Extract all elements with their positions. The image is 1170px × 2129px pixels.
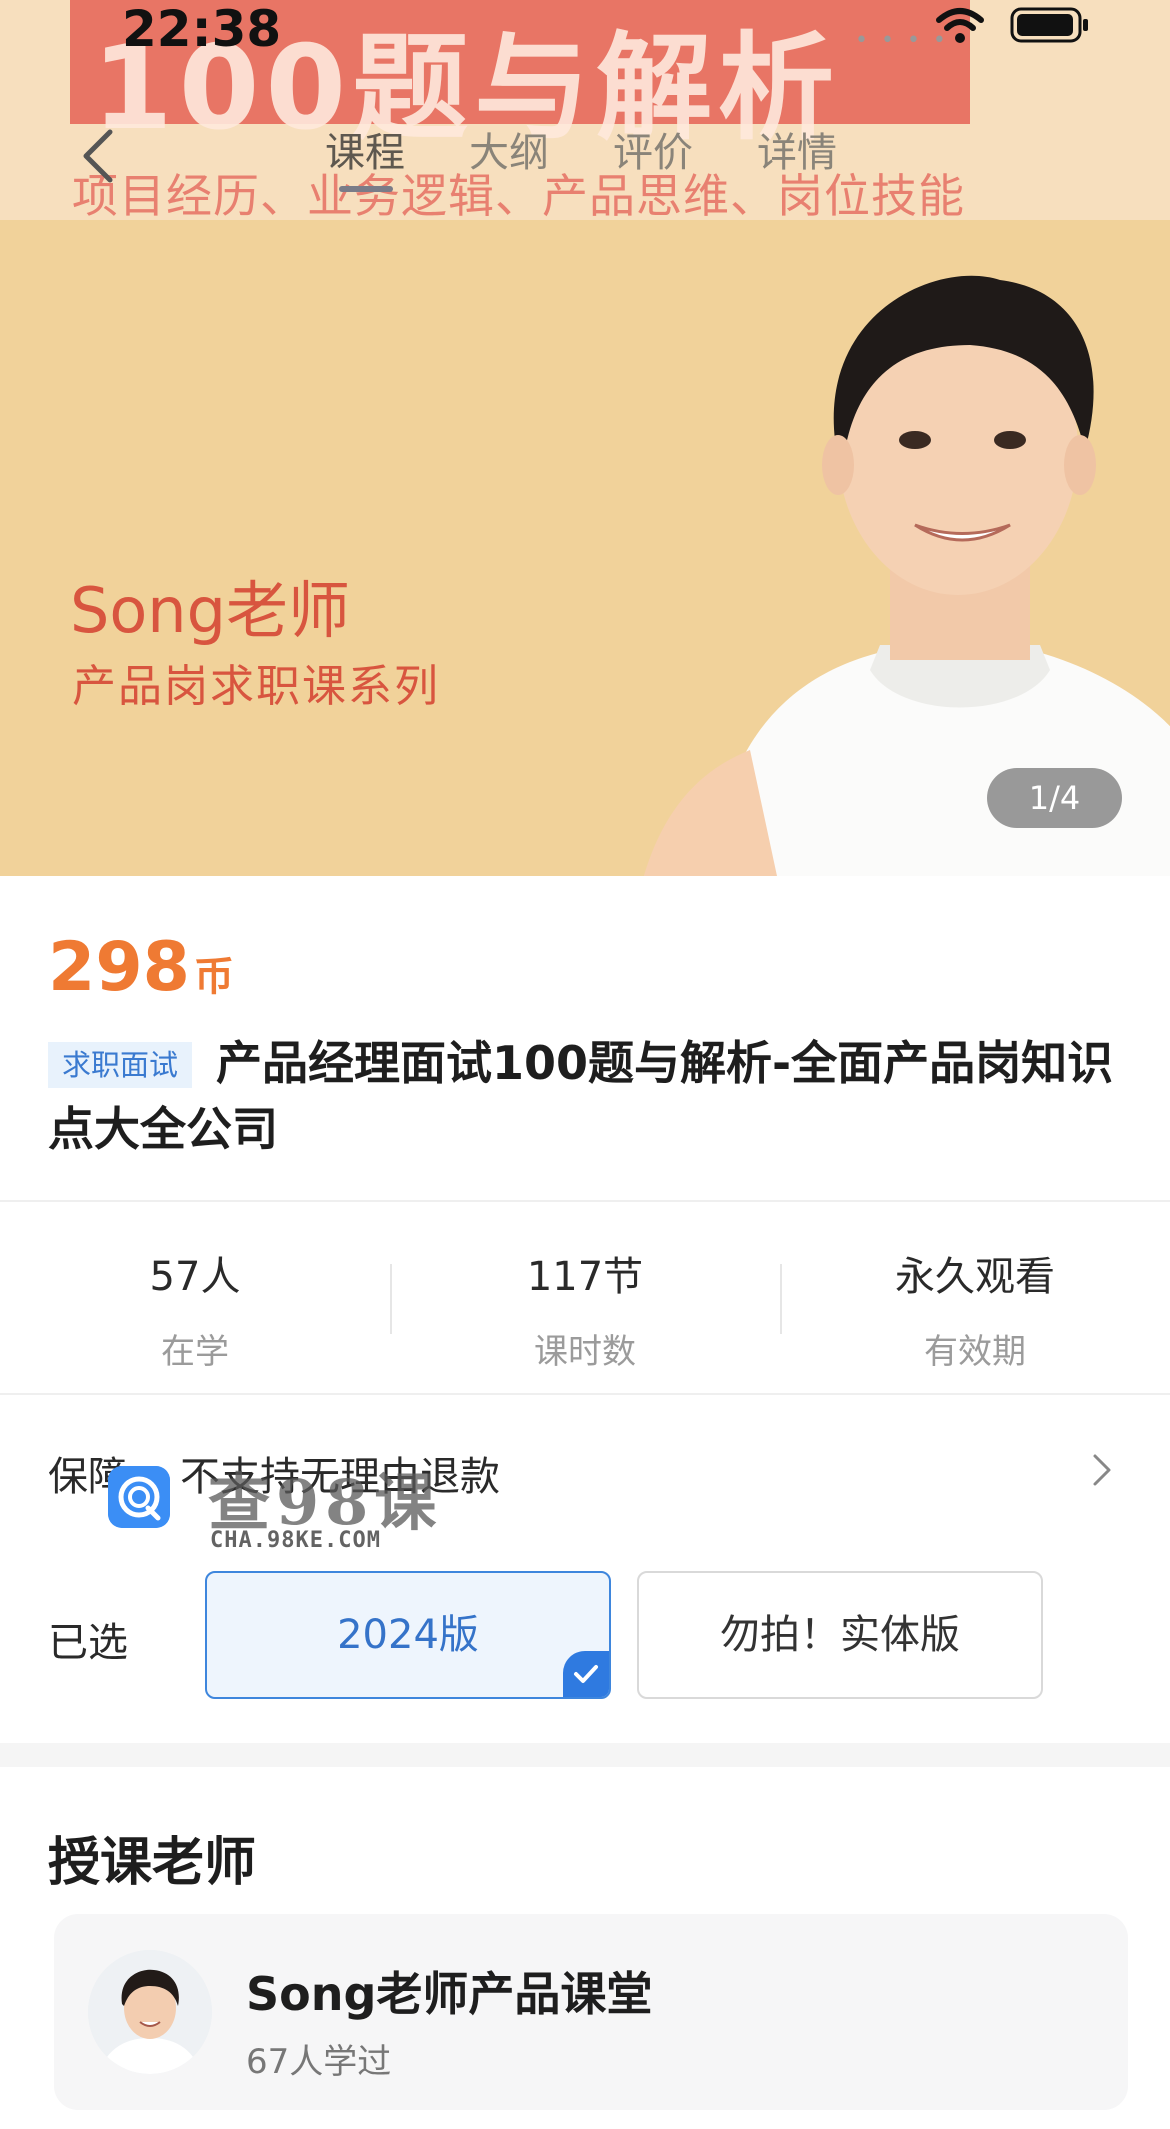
stat-learners: 57人 在学 xyxy=(0,1204,390,1392)
avatar-portrait-icon xyxy=(88,1950,212,2074)
divider xyxy=(0,1393,1170,1395)
price-value: 298 xyxy=(48,928,190,1007)
stat-value: 57人 xyxy=(149,1254,241,1300)
divider xyxy=(0,1200,1170,1202)
battery-icon xyxy=(1010,7,1088,43)
stat-validity: 永久观看 有效期 xyxy=(780,1204,1170,1392)
version-option-label: 勿拍！实体版 xyxy=(720,1612,960,1658)
stat-value: 117节 xyxy=(526,1254,644,1300)
version-option-physical[interactable]: 勿拍！实体版 xyxy=(637,1571,1043,1699)
watermark-domain: CHA.98KE.COM xyxy=(210,1528,381,1553)
stat-label: 有效期 xyxy=(924,1332,1026,1372)
stat-label: 在学 xyxy=(161,1332,229,1372)
course-category-tag: 求职面试 xyxy=(48,1042,192,1088)
price-unit: 币 xyxy=(193,954,234,1000)
version-option-label: 2024版 xyxy=(337,1612,479,1658)
course-detail-page: 100题与解析 项目经历、业务逻辑、产品思维、岗位技能 Song老师 产品岗求职… xyxy=(0,0,1170,2129)
teacher-name: Song老师产品课堂 xyxy=(246,1967,653,2021)
teacher-card[interactable]: Song老师产品课堂 67人学过 xyxy=(54,1914,1128,2110)
teacher-learners: 67人学过 xyxy=(246,2042,392,2082)
checkmark-icon xyxy=(563,1651,609,1697)
chevron-right-icon[interactable] xyxy=(1090,1450,1114,1490)
version-option-2024[interactable]: 2024版 xyxy=(205,1571,611,1699)
nav-tabs: 课程 大纲 评价 详情 xyxy=(325,120,837,192)
back-arrow-icon[interactable] xyxy=(76,126,124,186)
image-counter-badge: 1/4 xyxy=(987,768,1122,828)
selected-label: 已选 xyxy=(48,1620,128,1666)
stat-value: 永久观看 xyxy=(895,1254,1055,1300)
stat-lessons: 117节 课时数 xyxy=(390,1204,780,1392)
hero-teacher-name: Song老师 xyxy=(70,574,350,647)
tab-outline[interactable]: 大纲 xyxy=(469,120,549,178)
wifi-icon xyxy=(936,8,984,43)
teacher-avatar[interactable] xyxy=(88,1950,212,2074)
course-title: 产品经理面试100题与解析-全面产品岗知识点大全公司 xyxy=(48,1036,1114,1156)
tab-reviews[interactable]: 评价 xyxy=(613,120,693,178)
hero-series: 产品岗求职课系列 xyxy=(72,661,440,712)
watermark-logo-icon xyxy=(108,1466,170,1528)
tab-course[interactable]: 课程 xyxy=(325,120,405,192)
stat-label: 课时数 xyxy=(534,1332,636,1372)
status-time: 22:38 xyxy=(122,0,282,58)
section-separator xyxy=(0,1743,1170,1767)
price: 298 币 xyxy=(48,928,234,1007)
teacher-section-title: 授课老师 xyxy=(48,1833,257,1893)
course-stats: 57人 在学 117节 课时数 永久观看 有效期 xyxy=(0,1204,1170,1392)
tab-details[interactable]: 详情 xyxy=(757,120,837,178)
